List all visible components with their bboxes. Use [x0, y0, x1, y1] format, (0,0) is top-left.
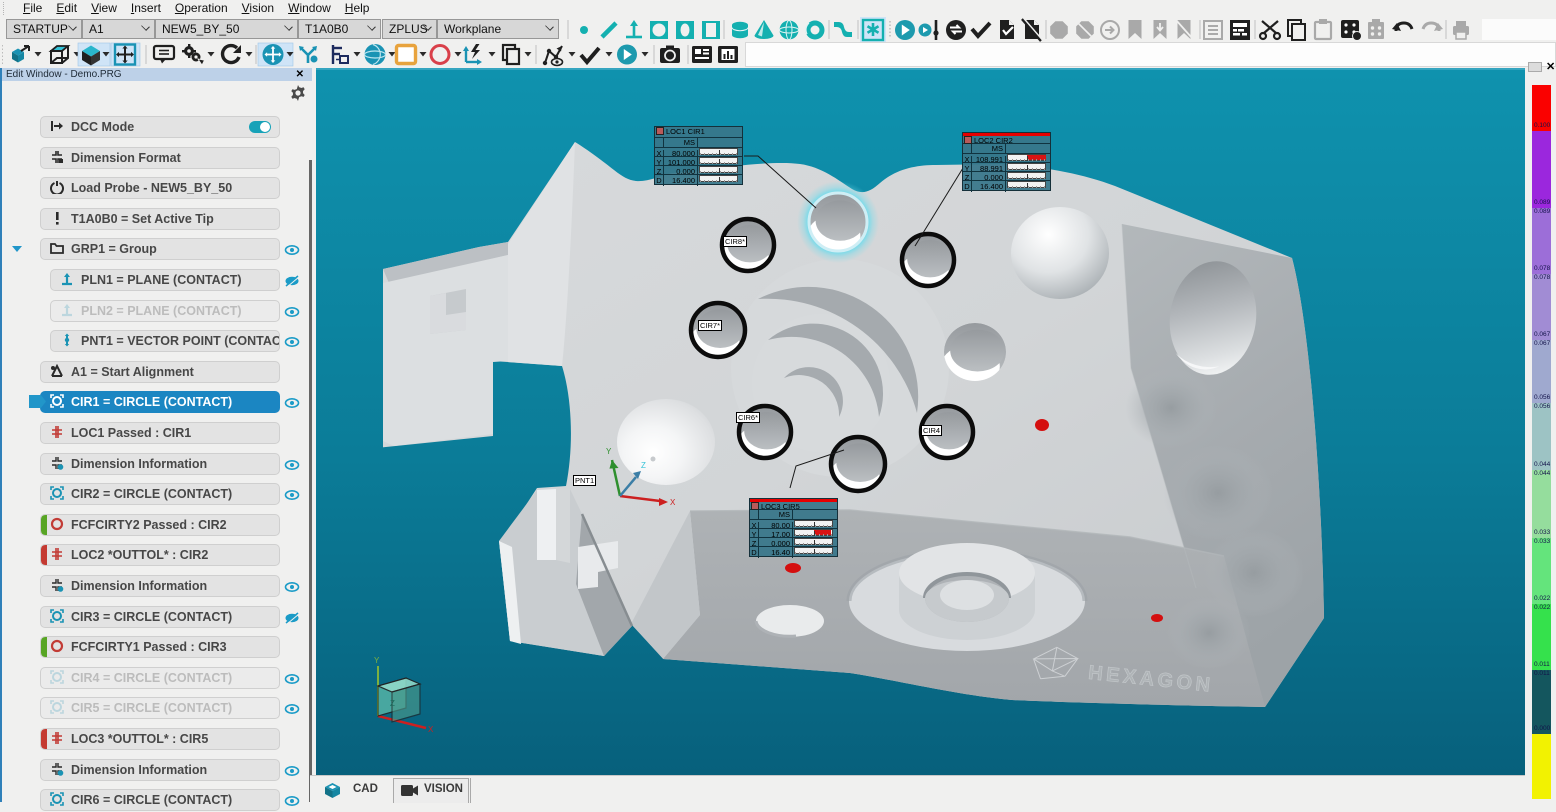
svg-text:X: X [670, 498, 676, 507]
svg-text:Z: Z [641, 461, 646, 470]
svg-text:X: X [428, 725, 434, 734]
svg-text:Z: Z [390, 699, 395, 708]
svg-text:Y: Y [606, 447, 612, 456]
svg-text:Y: Y [374, 656, 380, 665]
